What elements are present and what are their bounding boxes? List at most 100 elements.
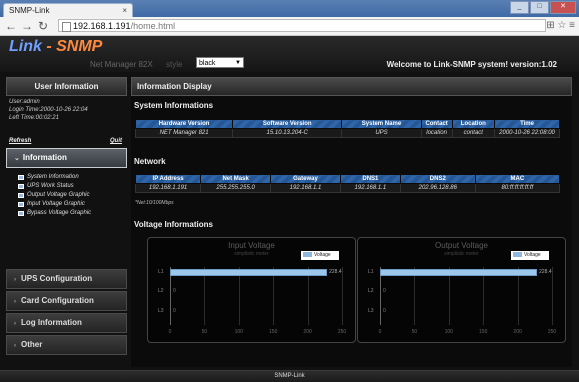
url-path: /home.html <box>130 21 176 31</box>
table-header-row: Hardware Version Software Version System… <box>134 119 560 129</box>
input-voltage-chart: Input Voltage simplistic meter Voltage 0 50 1… <box>147 237 356 343</box>
table-cell: 80:ff:ff:ff:ff:ff <box>474 183 561 193</box>
output-voltage-chart: Output Voltage simplistic meter Voltage 0 50… <box>357 237 566 343</box>
network-table: IP Address Net Mask Gateway DNS1 DNS2 MA… <box>134 174 561 193</box>
table-header-cell: Net Mask <box>200 174 272 184</box>
table-row: NET Manager 821 15.10.13.204-C UPS locat… <box>134 128 560 138</box>
legend-swatch <box>303 252 312 258</box>
folder-icon <box>18 202 24 207</box>
legend-swatch <box>513 252 522 258</box>
style-select[interactable]: black ▼ <box>196 57 244 68</box>
main-header: Information Display <box>131 77 572 96</box>
browser-actions[interactable]: ⊞ ☆ ≡ <box>546 18 575 34</box>
system-info-table: Hardware Version Software Version System… <box>134 119 560 138</box>
x-tick-label: 50 <box>411 329 418 335</box>
menu-ups-configuration[interactable]: › UPS Configuration <box>6 269 127 289</box>
folder-icon <box>18 184 24 189</box>
table-header-cell: DNS1 <box>339 174 401 184</box>
menu-information[interactable]: ⌄ Information <box>6 148 127 168</box>
browser-tab-strip: SNMP-Link × _ □ ✕ <box>0 0 579 17</box>
chevron-right-icon: › <box>14 321 16 327</box>
submenu-bypass-voltage[interactable]: Bypass Voltage Graphic <box>18 209 127 218</box>
tab-title: SNMP-Link <box>9 6 50 15</box>
address-bar[interactable]: 192.168.1.191/home.html <box>58 19 546 32</box>
minimize-icon[interactable]: _ <box>510 1 529 14</box>
back-icon[interactable]: ← <box>5 18 17 34</box>
bookmark-star-icon[interactable]: ☆ <box>557 20 566 31</box>
table-cell: 192.168.1.1 <box>270 183 341 193</box>
page-footer: SNMP-Link <box>0 370 579 382</box>
chevron-right-icon: › <box>14 277 16 283</box>
forward-icon[interactable]: → <box>21 18 33 34</box>
menu-other[interactable]: › Other <box>6 335 127 355</box>
table-cell: 202.96.128.86 <box>399 183 476 193</box>
table-cell: NET Manager 821 <box>134 128 234 138</box>
bar-value-label: 0 <box>173 307 176 314</box>
table-header-cell: Time <box>494 119 560 129</box>
product-name: Net Manager 82X <box>90 60 153 69</box>
category-label: L2 <box>368 288 374 295</box>
chart-title: Output Voltage <box>435 241 488 250</box>
folder-icon <box>18 211 24 216</box>
menu-information-label: Information <box>22 153 67 162</box>
window-close-icon[interactable]: ✕ <box>550 1 576 14</box>
table-header-cell: DNS2 <box>399 174 476 184</box>
table-header-cell: Software Version <box>232 119 343 129</box>
translate-icon[interactable]: ⊞ <box>546 20 554 31</box>
menu-card-configuration[interactable]: › Card Configuration <box>6 291 127 311</box>
voltage-bar <box>170 269 328 276</box>
folder-icon <box>18 175 24 180</box>
style-label: style <box>166 60 183 69</box>
reload-icon[interactable]: ↻ <box>38 18 48 34</box>
user-info-header: User Information <box>6 77 127 96</box>
table-header-cell: IP Address <box>134 174 202 184</box>
x-tick-label: 100 <box>234 329 243 335</box>
x-tick-label: 0 <box>378 329 382 335</box>
browser-toolbar: ← → ↻ 192.168.1.191/home.html ⊞ ☆ ≡ <box>0 17 579 36</box>
x-tick-label: 150 <box>479 329 488 335</box>
table-cell: 192.168.1.1 <box>339 183 401 193</box>
menu-icon[interactable]: ≡ <box>569 20 575 31</box>
app-header: Link - SNMP Net Manager 82X style black ▼… <box>0 36 579 72</box>
table-header-cell: Gateway <box>270 174 341 184</box>
x-tick-label: 150 <box>269 329 278 335</box>
table-row: 192.168.1.191 255.255.255.0 192.168.1.1 … <box>134 183 561 193</box>
table-cell: UPS <box>341 128 422 138</box>
x-tick-label: 100 <box>444 329 453 335</box>
welcome-message: Welcome to Link-SNMP system! version:1.0… <box>386 60 557 69</box>
net-speed-note: *Net:10/100Mbps <box>135 200 174 206</box>
tab-close-icon[interactable]: × <box>122 4 127 18</box>
legend-label: Voltage <box>314 252 331 258</box>
voltage-bar <box>380 269 538 276</box>
url-host: 192.168.1.191 <box>73 21 131 31</box>
login-time: Login Time:2000-10-26 22:04 <box>9 107 88 113</box>
maximize-icon[interactable]: □ <box>530 1 549 14</box>
table-cell: 2000-10-26 22:08:00 <box>494 128 560 138</box>
menu-log-information[interactable]: › Log Information <box>6 313 127 333</box>
bar-value-label: 228.4 <box>329 269 342 275</box>
submenu-input-voltage[interactable]: Input Voltage Graphic <box>18 200 127 209</box>
table-header-cell: Location <box>451 119 496 129</box>
x-tick-label: 50 <box>201 329 208 335</box>
submenu-output-voltage[interactable]: Output Voltage Graphic <box>18 191 127 200</box>
submenu-system-information[interactable]: System Information <box>18 173 127 182</box>
category-label: L3 <box>368 307 374 314</box>
bar-value-label: 228.4 <box>539 269 552 275</box>
submenu-ups-work-status[interactable]: UPS Work Status <box>18 182 127 191</box>
network-title: Network <box>134 157 166 166</box>
table-header-cell: System Name <box>341 119 422 129</box>
folder-icon <box>18 193 24 198</box>
legend-label: Voltage <box>524 252 541 258</box>
user-info-panel: User:admin Login Time:2000-10-26 22:04 L… <box>6 96 127 147</box>
table-header-row: IP Address Net Mask Gateway DNS1 DNS2 MA… <box>134 174 561 184</box>
x-tick-label: 200 <box>513 329 522 335</box>
voltage-info-title: Voltage Informations <box>134 220 213 229</box>
table-cell: 15.10.13.204-C <box>232 128 343 138</box>
category-label: L2 <box>158 288 164 295</box>
refresh-link[interactable]: Refresh <box>9 137 31 145</box>
user-name: User:admin <box>9 99 40 105</box>
browser-tab[interactable]: SNMP-Link × <box>3 3 133 17</box>
chart-title: Input Voltage <box>228 241 275 250</box>
quit-link[interactable]: Quit <box>110 137 122 145</box>
x-tick-label: 250 <box>337 329 347 335</box>
